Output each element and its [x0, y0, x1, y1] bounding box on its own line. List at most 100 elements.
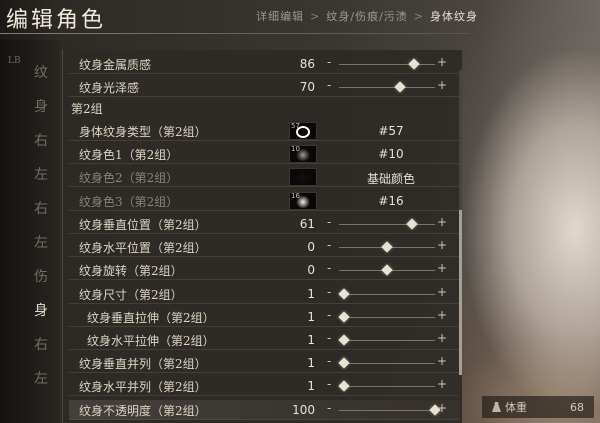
setting-row[interactable]: 纹身水平位置（第2组） 0- +	[69, 237, 459, 258]
category-tab-7[interactable]: 身	[34, 300, 54, 320]
setting-label: 身体纹身类型（第2组）	[79, 125, 207, 139]
slider-increase-button[interactable]: +	[437, 308, 447, 322]
swatch-preview-icon	[296, 195, 310, 208]
category-tab-5[interactable]: 左	[34, 232, 54, 252]
slider-increase-button[interactable]: +	[437, 55, 447, 69]
slider-thumb[interactable]	[338, 380, 350, 393]
slider-increase-button[interactable]: +	[437, 78, 447, 92]
slider-thumb[interactable]	[338, 287, 350, 300]
slider-decrease-button[interactable]: -	[327, 354, 331, 368]
slider-thumb[interactable]	[406, 218, 418, 230]
tattoo-swatch[interactable]: 10	[289, 145, 317, 164]
swatch-preview-icon	[296, 126, 310, 138]
slider-increase-button[interactable]: +	[437, 261, 447, 275]
category-tab-6[interactable]: 伤	[34, 266, 54, 286]
slider-increase-button[interactable]: +	[437, 331, 447, 345]
slider-decrease-button[interactable]: -	[327, 78, 331, 92]
tattoo-swatch[interactable]: 57	[289, 122, 317, 140]
tattoo-reference: #16	[378, 193, 404, 208]
slider[interactable]: - +	[327, 285, 447, 302]
slider-thumb[interactable]	[338, 311, 350, 323]
setting-label: 纹身旋转（第2组）	[79, 264, 183, 279]
tattoo-swatch[interactable]	[289, 168, 317, 187]
slider-decrease-button[interactable]: -	[327, 55, 331, 69]
slider-decrease-button[interactable]: -	[327, 238, 331, 252]
lb-button-hint: LB	[8, 56, 21, 66]
setting-row[interactable]: 纹身色1（第2组） 10 #10	[69, 144, 459, 165]
slider-increase-button[interactable]: +	[437, 215, 447, 229]
setting-row[interactable]: 纹身光泽感 70- +	[69, 77, 459, 98]
slider-increase-button[interactable]: +	[437, 401, 447, 415]
category-tab-8[interactable]: 右	[34, 334, 54, 354]
slider[interactable]: - +	[327, 377, 447, 394]
slider-track[interactable]	[339, 293, 435, 295]
slider-decrease-button[interactable]: -	[327, 261, 331, 275]
slider-track[interactable]	[339, 64, 435, 65]
slider-track[interactable]	[339, 316, 435, 318]
scrollbar-thumb[interactable]	[459, 210, 462, 375]
slider-track[interactable]	[339, 340, 435, 341]
slider-track[interactable]	[339, 386, 435, 388]
slider-thumb[interactable]	[381, 241, 393, 253]
category-tab-3[interactable]: 左	[34, 164, 54, 184]
setting-label: 纹身水平位置（第2组）	[79, 241, 207, 256]
setting-row[interactable]: 纹身垂直位置（第2组） 61- +	[69, 214, 459, 234]
setting-row[interactable]: 纹身色2（第2组） 基础颜色	[69, 167, 459, 188]
slider-increase-button[interactable]: +	[437, 238, 447, 252]
slider-track[interactable]	[339, 224, 435, 225]
category-tab-4[interactable]: 右	[34, 198, 54, 218]
breadcrumb-item-detail-edit[interactable]: 详细编辑	[256, 8, 304, 24]
swatch-preview-icon	[296, 172, 310, 185]
slider[interactable]: - +	[327, 401, 447, 418]
slider[interactable]: - +	[327, 354, 447, 371]
slider-track[interactable]	[339, 363, 435, 365]
slider[interactable]: - +	[327, 238, 447, 255]
slider[interactable]: - +	[327, 308, 447, 325]
setting-row[interactable]: 纹身尺寸（第2组） 1- +	[69, 284, 459, 304]
category-tab-2[interactable]: 右	[34, 130, 54, 150]
slider-thumb[interactable]	[408, 58, 420, 70]
setting-row[interactable]: 纹身金属质感 86- +	[69, 54, 459, 74]
setting-row[interactable]: 纹身旋转（第2组） 0- +	[69, 260, 459, 281]
setting-label: 纹身光泽感	[79, 81, 140, 96]
tattoo-swatch[interactable]: 16	[289, 191, 317, 210]
slider[interactable]: - +	[327, 78, 447, 95]
slider[interactable]: - +	[327, 331, 447, 348]
slider-track[interactable]	[339, 409, 435, 411]
slider-decrease-button[interactable]: -	[327, 401, 331, 415]
setting-row[interactable]: 纹身色3（第2组） 16 #16	[69, 191, 459, 211]
setting-row[interactable]: 纹身垂直拉伸（第2组） 1- +	[69, 307, 459, 327]
setting-label: 纹身金属质感	[79, 58, 152, 72]
slider-increase-button[interactable]: +	[437, 377, 447, 391]
slider-decrease-button[interactable]: -	[327, 377, 331, 391]
slider-track[interactable]	[339, 87, 435, 89]
slider-thumb[interactable]	[338, 334, 350, 346]
setting-value: 1	[307, 333, 315, 347]
slider[interactable]: - +	[327, 215, 447, 232]
slider[interactable]: - +	[327, 261, 447, 278]
category-tab-0[interactable]: 纹	[34, 62, 54, 82]
slider-thumb[interactable]	[381, 264, 393, 277]
category-tab-1[interactable]: 身	[34, 96, 54, 116]
breadcrumb-item-tattoo[interactable]: 纹身/伤痕/污渍	[326, 8, 407, 24]
slider-decrease-button[interactable]: -	[327, 215, 331, 229]
setting-label: 纹身色1（第2组）	[79, 148, 179, 163]
breadcrumb-separator: >	[310, 9, 321, 23]
slider-increase-button[interactable]: +	[437, 285, 447, 299]
setting-row[interactable]: 纹身水平拉伸（第2组） 1- +	[69, 330, 459, 350]
weight-indicator: 体重 68	[482, 396, 594, 418]
slider-thumb[interactable]	[338, 357, 350, 369]
setting-row[interactable]: 纹身垂直并列（第2组） 1- +	[69, 353, 459, 374]
category-tab-9[interactable]: 左	[34, 368, 54, 388]
weight-value: 68	[570, 400, 584, 414]
slider-decrease-button[interactable]: -	[327, 285, 331, 299]
slider-decrease-button[interactable]: -	[327, 308, 331, 322]
setting-row[interactable]: 纹身不透明度（第2组） 100- +	[69, 399, 459, 420]
slider[interactable]: - +	[327, 55, 447, 72]
slider-increase-button[interactable]: +	[437, 354, 447, 368]
setting-row[interactable]: 纹身水平并列（第2组） 1- +	[69, 376, 459, 397]
setting-label: 纹身垂直拉伸（第2组）	[87, 310, 215, 325]
slider-thumb[interactable]	[394, 81, 407, 93]
setting-row[interactable]: 身体纹身类型（第2组） 57 #57	[69, 121, 459, 141]
slider-decrease-button[interactable]: -	[327, 331, 331, 345]
